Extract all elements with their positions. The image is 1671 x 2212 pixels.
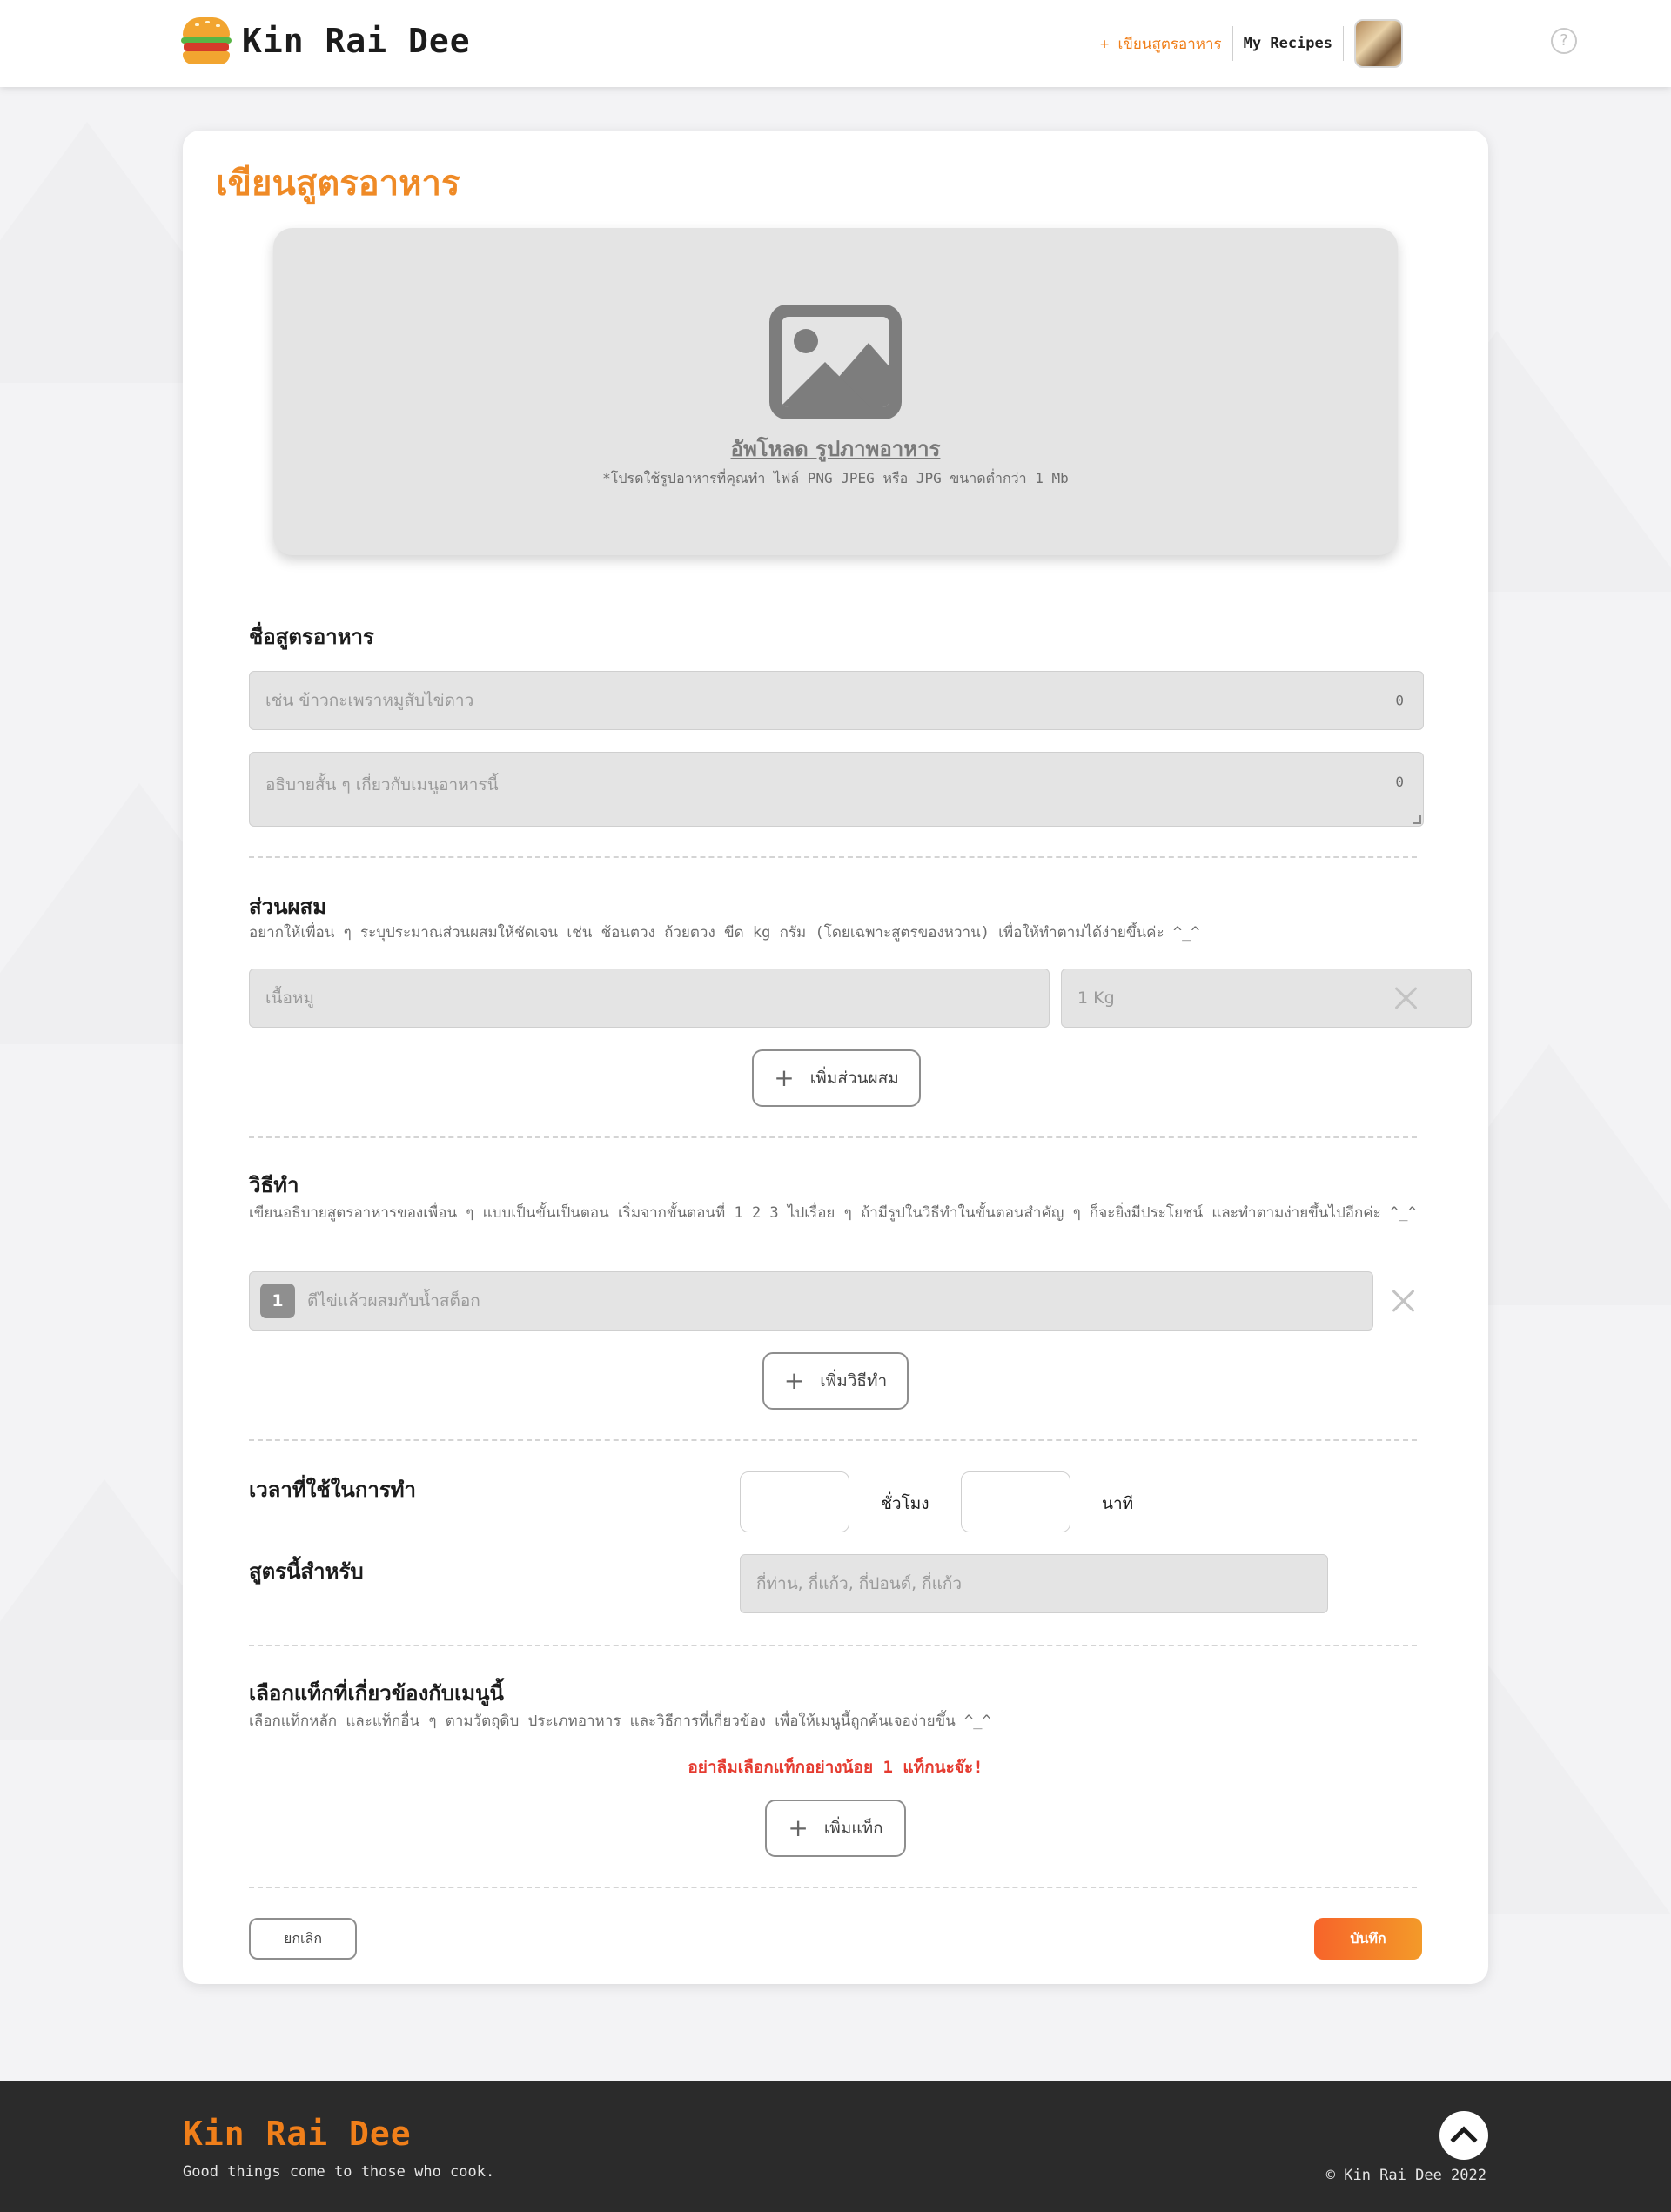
nav-right: + เขียนสูตรอาหาร My Recipes [1100, 19, 1403, 68]
brand-link[interactable]: Kin Rai Dee [181, 16, 471, 66]
steps-label: วิธีทำ [249, 1173, 299, 1197]
tags-hint: เลือกแท็กหลัก และแท็กอื่น ๆ ตามวัตถุดิบ … [249, 1713, 991, 1730]
steps-hint: เขียนอธิบายสูตรอาหารของเพื่อน ๆ แบบเป็นข… [249, 1204, 1417, 1222]
add-tag-button[interactable]: + เพิ่มแท็ก [765, 1800, 906, 1857]
image-placeholder-icon [769, 305, 902, 419]
image-upload-area[interactable]: อัพโหลด รูปภาพอาหาร *โปรดใช้รูปอาหารที่ค… [273, 228, 1398, 555]
step-input[interactable]: 1 ตีไข่แล้วผสมกับน้ำสต็อก [249, 1271, 1373, 1331]
upload-hint: *โปรดใช้รูปอาหารที่คุณทำ ไฟล์ PNG JPEG ห… [602, 470, 1069, 486]
save-button[interactable]: บันทึก [1314, 1918, 1422, 1960]
footer-tagline: Good things come to those who cook. [183, 2163, 495, 2181]
recipe-description-textarea[interactable]: อธิบายสั้น ๆ เกี่ยวกับเมนูอาหารนี้ 0 [249, 752, 1424, 827]
tags-label: เลือกแท็กที่เกี่ยวข้องกับเมนูนี้ [249, 1681, 504, 1706]
ingredients-hint: อยากให้เพื่อน ๆ ระบุประมาณส่วนผสมให้ชัดเ… [249, 924, 1200, 942]
plus-icon: + [774, 1063, 795, 1092]
section-divider [249, 1136, 1417, 1138]
nav-my-recipes-link[interactable]: My Recipes [1233, 35, 1343, 52]
serving-placeholder: กี่ท่าน, กี่แก้ว, กี่ปอนด์, กี่แก้ว [756, 1574, 963, 1593]
minutes-unit-label: นาที [1102, 1494, 1134, 1513]
step-placeholder: ตีไข่แล้วผสมกับน้ำสต็อก [307, 1291, 480, 1310]
ingredient-name-input[interactable]: เนื้อหมู [249, 969, 1050, 1028]
burger-logo-icon [181, 16, 232, 66]
recipe-name-label: ชื่อสูตรอาหาร [249, 625, 374, 649]
recipe-form-card: เขียนสูตรอาหาร อัพโหลด รูปภาพอาหาร *โปรด… [183, 131, 1488, 1984]
add-ingredient-label: เพิ่มส่วนผสม [809, 1069, 899, 1088]
remove-ingredient-icon[interactable] [1391, 983, 1420, 1013]
recipe-name-char-count: 0 [1395, 692, 1404, 709]
cook-time-label: เวลาที่ใช้ในการทำ [249, 1478, 417, 1502]
footer-brand: Kin Rai Dee [183, 2115, 412, 2153]
nav-divider [1343, 26, 1344, 61]
step-number-badge: 1 [260, 1284, 295, 1318]
tag-warning: อย่าลืมเลือกแท็กอย่างน้อย 1 แท็กนะจ๊ะ! [688, 1758, 983, 1777]
serving-input[interactable]: กี่ท่าน, กี่แก้ว, กี่ปอนด์, กี่แก้ว [740, 1554, 1328, 1613]
footer-copyright: © Kin Rai Dee 2022 [1325, 2167, 1486, 2184]
user-avatar[interactable] [1354, 19, 1403, 68]
resize-grip-icon[interactable] [1413, 815, 1421, 824]
ingredient-name-placeholder: เนื้อหมู [265, 989, 314, 1008]
nav-write-recipe-link[interactable]: + เขียนสูตรอาหาร [1100, 32, 1232, 56]
section-divider [249, 856, 1417, 858]
hours-unit-label: ชั่วโมง [881, 1494, 929, 1513]
help-icon[interactable]: ? [1551, 28, 1577, 54]
serving-label: สูตรนี้สำหรับ [249, 1559, 364, 1584]
section-divider [249, 1645, 1417, 1646]
chevron-up-icon [1450, 2126, 1478, 2154]
top-navbar: Kin Rai Dee + เขียนสูตรอาหาร My Recipes … [0, 0, 1671, 87]
cancel-button[interactable]: ยกเลิก [249, 1918, 357, 1960]
minutes-input[interactable] [961, 1471, 1070, 1532]
upload-title-link[interactable]: อัพโหลด รูปภาพอาหาร [273, 432, 1398, 466]
hours-input[interactable] [740, 1471, 849, 1532]
brand-name: Kin Rai Dee [242, 22, 471, 60]
recipe-name-input[interactable]: เช่น ข้าวกะเพราหมูสับไข่ดาว 0 [249, 671, 1424, 730]
add-step-label: เพิ่มวิธีทำ [820, 1371, 888, 1391]
ingredient-amount-placeholder: 1 Kg [1077, 989, 1115, 1008]
add-step-button[interactable]: + เพิ่มวิธีทำ [762, 1352, 909, 1410]
recipe-description-placeholder: อธิบายสั้น ๆ เกี่ยวกับเมนูอาหารนี้ [265, 775, 499, 794]
plus-icon: + [788, 1813, 809, 1842]
footer: Kin Rai Dee Good things come to those wh… [0, 2081, 1671, 2212]
section-divider [249, 1439, 1417, 1441]
remove-step-icon[interactable] [1388, 1286, 1418, 1316]
recipe-name-placeholder: เช่น ข้าวกะเพราหมูสับไข่ดาว [265, 691, 474, 710]
ingredients-label: ส่วนผสม [249, 895, 327, 919]
add-ingredient-button[interactable]: + เพิ่มส่วนผสม [752, 1049, 921, 1107]
plus-icon: + [783, 1366, 805, 1395]
recipe-description-char-count: 0 [1395, 774, 1404, 790]
page-title: เขียนสูตรอาหาร [216, 164, 460, 204]
section-divider [249, 1887, 1417, 1888]
add-tag-label: เพิ่มแท็ก [823, 1819, 883, 1838]
scroll-to-top-button[interactable] [1439, 2111, 1488, 2160]
